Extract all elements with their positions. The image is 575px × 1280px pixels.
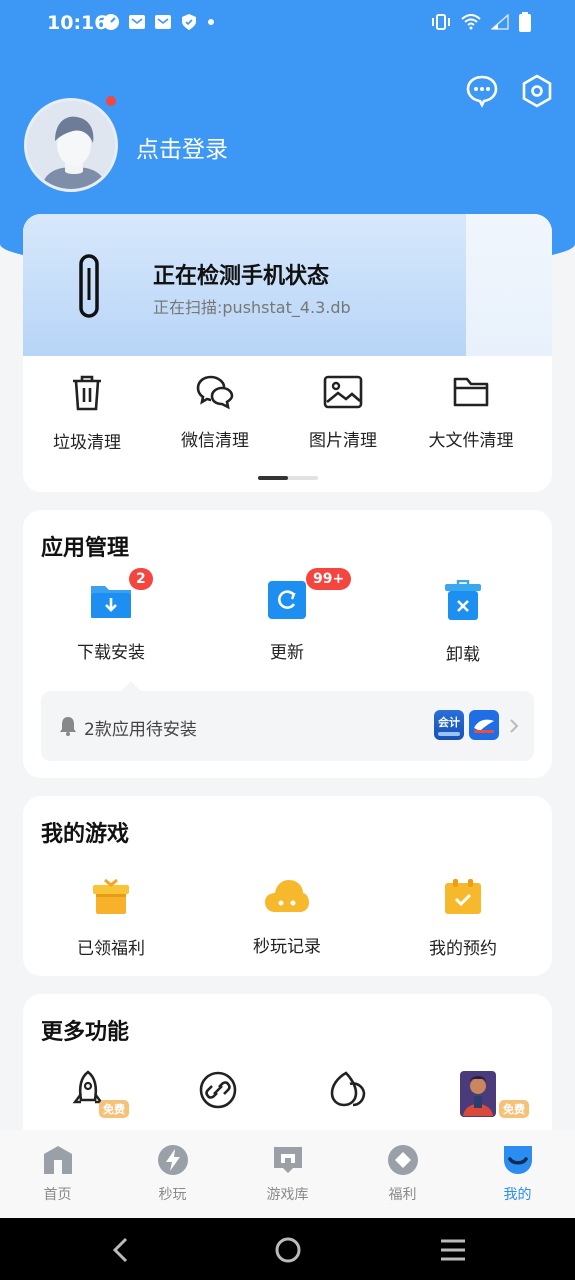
tab-label: 游戏库 xyxy=(266,1187,309,1203)
tab-label: 我的 xyxy=(503,1187,532,1203)
leaf-icon xyxy=(329,1070,367,1108)
app-management-card: 应用管理 2 下载安装 99+ 更新 卸载 2款应用待安装 会计 xyxy=(23,510,552,778)
page-indicator xyxy=(258,476,318,480)
chevron-right-icon xyxy=(509,718,519,734)
speed-icon xyxy=(102,13,120,31)
vibrate-icon xyxy=(431,13,451,31)
mail-icon xyxy=(154,13,172,31)
feature-game-character[interactable]: 免费 xyxy=(413,1070,543,1120)
game-item-label: 我的预约 xyxy=(429,939,497,959)
uninstall-button[interactable]: 卸载 xyxy=(375,580,551,665)
cleanup-label: 垃圾清理 xyxy=(53,433,121,453)
feature-rocket[interactable]: 免费 xyxy=(23,1070,153,1120)
pending-app-icon xyxy=(469,710,499,740)
back-icon[interactable] xyxy=(112,1237,130,1263)
cloud-game-icon xyxy=(263,878,311,914)
home-icon xyxy=(42,1144,74,1176)
download-badge: 2 xyxy=(129,568,153,590)
feature-link[interactable] xyxy=(153,1070,283,1120)
download-folder-icon xyxy=(89,580,133,620)
wifi-icon xyxy=(461,14,481,30)
game-character-icon xyxy=(459,1070,497,1118)
tab-instant-play[interactable]: 秒玩 xyxy=(115,1130,230,1218)
profile-icon xyxy=(502,1144,534,1176)
section-title: 应用管理 xyxy=(41,536,130,561)
app-item-label: 更新 xyxy=(270,643,304,663)
mail-icon xyxy=(128,13,146,31)
update-badge: 99+ xyxy=(306,568,352,590)
bottom-tab-bar: 首页 秒玩 游戏库 福利 我的 xyxy=(0,1130,575,1218)
app-item-label: 卸载 xyxy=(446,645,480,665)
section-title: 更多功能 xyxy=(41,1020,130,1045)
cleanup-large-files[interactable]: 大文件清理 xyxy=(407,374,535,453)
status-bar: 10:16 xyxy=(0,0,575,48)
update-icon xyxy=(267,580,307,620)
message-icon[interactable] xyxy=(465,74,499,108)
cleanup-label: 微信清理 xyxy=(181,431,249,451)
cleanup-images[interactable]: 图片清理 xyxy=(279,374,407,453)
image-icon xyxy=(323,374,363,410)
tab-game-library[interactable]: 游戏库 xyxy=(230,1130,345,1218)
lightning-icon xyxy=(157,1144,189,1176)
avatar-icon xyxy=(27,101,115,189)
settings-icon[interactable] xyxy=(521,74,553,108)
scan-subtitle: 正在扫描:pushstat_4.3.db xyxy=(153,298,351,317)
free-tag: 免费 xyxy=(499,1100,529,1118)
phone-icon xyxy=(79,254,99,322)
tab-label: 秒玩 xyxy=(158,1187,187,1203)
recents-icon[interactable] xyxy=(439,1238,467,1262)
feature-leaf[interactable] xyxy=(283,1070,413,1120)
cleanup-label: 图片清理 xyxy=(309,431,377,451)
login-link[interactable]: 点击登录 xyxy=(136,130,228,164)
trash-icon xyxy=(70,374,104,412)
tab-label: 首页 xyxy=(43,1187,72,1203)
free-tag: 免费 xyxy=(99,1100,129,1118)
tab-benefits[interactable]: 福利 xyxy=(345,1130,460,1218)
calendar-check-icon xyxy=(443,878,483,916)
update-button[interactable]: 99+ 更新 xyxy=(199,568,375,665)
notification-dot xyxy=(106,96,116,106)
uninstall-icon xyxy=(442,580,484,622)
avatar[interactable] xyxy=(24,96,118,192)
game-item-label: 秒玩记录 xyxy=(253,937,321,957)
instant-play-history-button[interactable]: 秒玩记录 xyxy=(199,878,375,959)
my-reservations-button[interactable]: 我的预约 xyxy=(375,878,551,959)
folder-icon xyxy=(452,374,490,410)
game-item-label: 已领福利 xyxy=(77,939,145,959)
tab-profile[interactable]: 我的 xyxy=(460,1130,575,1218)
pending-app-name: 会计 xyxy=(438,716,460,729)
claimed-benefits-button[interactable]: 已领福利 xyxy=(23,878,199,959)
download-install-button[interactable]: 2 下载安装 xyxy=(23,568,199,665)
game-library-icon xyxy=(272,1144,304,1176)
system-navigation-bar xyxy=(0,1218,575,1280)
home-nav-icon[interactable] xyxy=(274,1236,302,1264)
scan-title: 正在检测手机状态 xyxy=(153,264,330,289)
link-icon xyxy=(198,1070,238,1110)
cleanup-trash[interactable]: 垃圾清理 xyxy=(23,374,151,453)
status-time: 10:16 xyxy=(47,12,108,34)
pending-app-icon: 会计 xyxy=(434,710,464,740)
pending-install-bar[interactable]: 2款应用待安装 会计 xyxy=(41,681,534,761)
wechat-icon xyxy=(196,374,234,410)
dot-icon xyxy=(206,17,216,27)
gift-icon xyxy=(91,878,131,916)
cleanup-label: 大文件清理 xyxy=(428,431,514,451)
diamond-icon xyxy=(387,1144,419,1176)
shield-icon xyxy=(180,13,198,31)
bell-icon xyxy=(59,716,77,736)
pending-install-text: 2款应用待安装 xyxy=(84,720,197,740)
battery-icon xyxy=(519,12,531,32)
signal-icon xyxy=(491,14,509,30)
app-item-label: 下载安装 xyxy=(77,643,145,663)
tab-label: 福利 xyxy=(388,1187,417,1203)
phone-scan-card: 正在检测手机状态 正在扫描:pushstat_4.3.db 垃圾清理 微信清理 … xyxy=(23,214,552,492)
tab-home[interactable]: 首页 xyxy=(0,1130,115,1218)
cleanup-wechat[interactable]: 微信清理 xyxy=(151,374,279,453)
my-games-card: 我的游戏 已领福利 秒玩记录 我的预约 xyxy=(23,796,552,976)
section-title: 我的游戏 xyxy=(41,822,130,847)
